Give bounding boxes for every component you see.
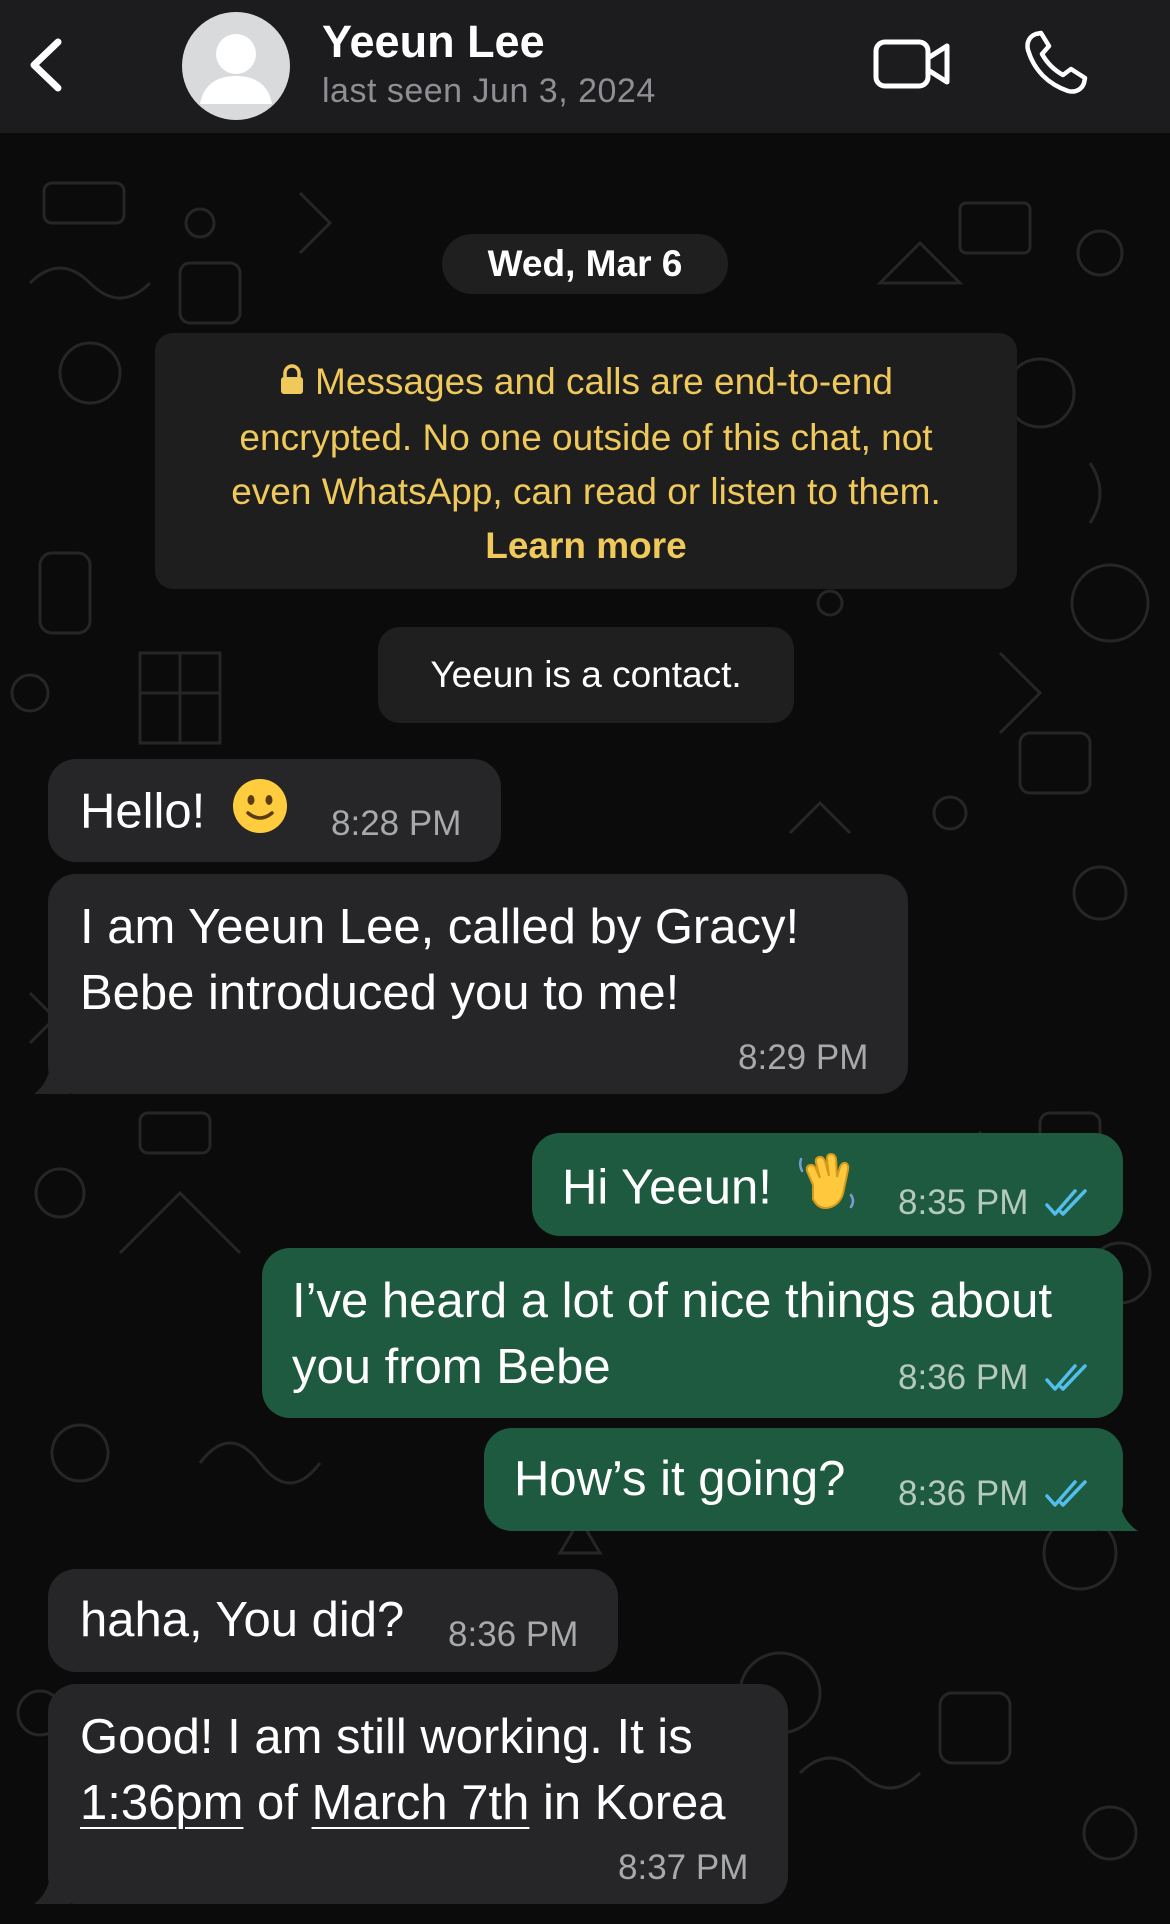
chat-header: Yeeun Lee last seen Jun 3, 2024 (0, 0, 1170, 133)
waving-hand-emoji-icon (797, 1151, 859, 1230)
encryption-notice-line-3: even WhatsApp, can read or listen to the… (231, 471, 941, 512)
message-text-line: I’ve heard a lot of nice things about (292, 1274, 1053, 1328)
message-text-line: I am Yeeun Lee, called by Gracy! (80, 900, 800, 954)
slightly-smiling-face-emoji-icon (231, 777, 289, 852)
time-link[interactable]: 1:36pm (80, 1776, 243, 1830)
message-timestamp: 8:36 PM (898, 1474, 1029, 1513)
message-bubble-incoming[interactable]: Good! I am still working. It is 1:36pm o… (48, 1684, 788, 1904)
video-call-button[interactable] (872, 32, 952, 96)
message-bubble-incoming[interactable]: haha, You did? 8:36 PM (48, 1569, 618, 1672)
message-bubble-outgoing[interactable]: How’s it going? 8:36 PM (484, 1428, 1123, 1531)
date-link[interactable]: March 7th (312, 1776, 530, 1830)
message-text-line: Good! I am still working. It is (80, 1710, 693, 1764)
message-text: How’s it going? (514, 1452, 846, 1506)
date-separator: Wed, Mar 6 (442, 234, 728, 294)
message-text: Hi Yeeun! (562, 1151, 859, 1230)
default-avatar-icon (200, 34, 272, 104)
avatar[interactable] (182, 12, 290, 120)
message-bubble-outgoing[interactable]: Hi Yeeun! 8:35 PM (532, 1133, 1123, 1236)
message-text-line: 1:36pm of March 7th in Korea (80, 1776, 726, 1830)
bubble-tail-incoming (34, 1870, 70, 1904)
bubble-tail-incoming (34, 1060, 70, 1094)
message-timestamp: 8:36 PM (448, 1615, 579, 1654)
contact-name[interactable]: Yeeun Lee (322, 16, 545, 68)
bubble-tail-outgoing (1100, 1497, 1138, 1531)
message-timestamp: 8:28 PM (331, 804, 462, 843)
message-bubble-incoming[interactable]: I am Yeeun Lee, called by Gracy! Bebe in… (48, 874, 908, 1094)
read-receipt-double-check-icon (1045, 1480, 1087, 1507)
encryption-notice-line-1: Messages and calls are end-to-end (155, 355, 1017, 411)
last-seen-status: last seen Jun 3, 2024 (322, 72, 656, 110)
message-timestamp: 8:35 PM (898, 1183, 1029, 1222)
encryption-notice[interactable]: Messages and calls are end-to-end encryp… (155, 333, 1017, 589)
message-bubble-incoming[interactable]: Hello! 8:28 PM (48, 759, 501, 862)
chevron-left-icon (30, 38, 62, 92)
message-bubble-outgoing[interactable]: I’ve heard a lot of nice things about yo… (262, 1248, 1123, 1418)
message-timestamp: 8:36 PM (898, 1358, 1029, 1397)
encryption-notice-line-2: encrypted. No one outside of this chat, … (239, 417, 933, 458)
read-receipt-double-check-icon (1045, 1364, 1087, 1391)
message-timestamp: 8:37 PM (618, 1848, 749, 1887)
back-button[interactable] (20, 30, 80, 100)
lock-icon (279, 357, 305, 411)
message-text-line: you from Bebe (292, 1340, 611, 1394)
read-receipt-double-check-icon (1045, 1189, 1087, 1216)
voice-call-button[interactable] (1022, 28, 1090, 98)
contact-notice: Yeeun is a contact. (378, 627, 794, 723)
message-text: Hello! (80, 777, 289, 852)
message-text-line: Bebe introduced you to me! (80, 966, 680, 1020)
learn-more-link[interactable]: Learn more (155, 519, 1017, 573)
message-timestamp: 8:29 PM (738, 1038, 869, 1077)
video-camera-icon (873, 39, 950, 89)
phone-icon (1025, 30, 1088, 94)
message-text: haha, You did? (80, 1593, 405, 1647)
